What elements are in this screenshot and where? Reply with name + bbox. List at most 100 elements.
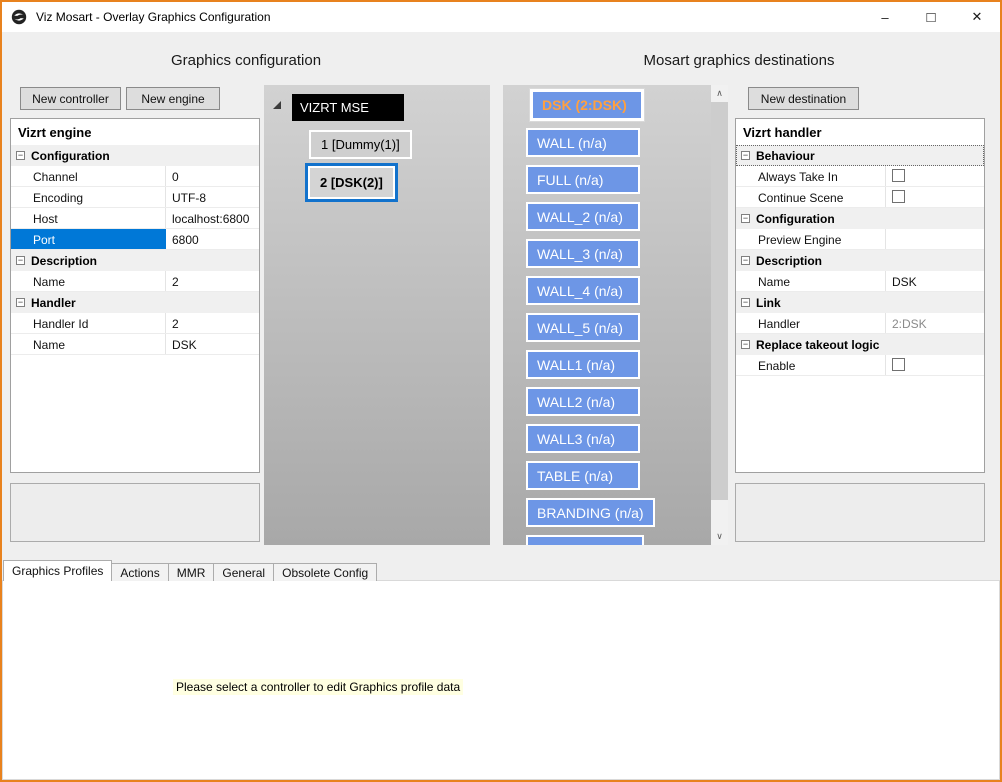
property-row-always-take-in[interactable]: Always Take In: [736, 166, 984, 187]
select-controller-message: Please select a controller to edit Graph…: [173, 679, 463, 695]
destination-button-wall1-n-a[interactable]: WALL1 (n/a): [526, 350, 640, 379]
property-value[interactable]: [886, 229, 984, 249]
tree-root-vizrt-mse[interactable]: VIZRT MSE: [292, 94, 404, 121]
collapse-icon[interactable]: −: [741, 256, 750, 265]
scroll-down-icon[interactable]: ∨: [711, 528, 728, 545]
property-name: Handler Id: [11, 313, 166, 333]
property-value[interactable]: [886, 187, 984, 207]
tab-actions[interactable]: Actions: [111, 563, 168, 581]
property-value[interactable]: 2:DSK: [886, 313, 984, 333]
engine-grid-rows: −ConfigurationChannel0EncodingUTF-8Hostl…: [11, 145, 259, 355]
checkbox-continue-scene[interactable]: [892, 190, 905, 203]
property-value[interactable]: DSK: [886, 271, 984, 291]
property-name: Name: [11, 334, 166, 354]
property-row-encoding[interactable]: EncodingUTF-8: [11, 187, 259, 208]
property-row-enable[interactable]: Enable: [736, 355, 984, 376]
property-row-continue-scene[interactable]: Continue Scene: [736, 187, 984, 208]
destination-button-wall3-n-a[interactable]: WALL3 (n/a): [526, 424, 640, 453]
scroll-up-icon[interactable]: ∧: [711, 85, 728, 102]
property-group-description[interactable]: −Description: [736, 250, 984, 271]
new-engine-button[interactable]: New engine: [126, 87, 220, 110]
property-name: Preview Engine: [736, 229, 886, 249]
engine-grid-title: Vizrt engine: [11, 119, 259, 145]
property-group-description[interactable]: −Description: [11, 250, 259, 271]
window-title: Viz Mosart - Overlay Graphics Configurat…: [36, 10, 862, 24]
destination-button-branding-n-a[interactable]: BRANDING (n/a): [526, 498, 655, 527]
property-value[interactable]: 2: [166, 271, 259, 291]
collapse-icon[interactable]: −: [741, 214, 750, 223]
property-name: Port: [11, 229, 166, 249]
property-row-port[interactable]: Port6800: [11, 229, 259, 250]
property-row-handler-id[interactable]: Handler Id2: [11, 313, 259, 334]
property-value[interactable]: [886, 166, 984, 186]
tab-general[interactable]: General: [213, 563, 274, 581]
checkbox-always-take-in[interactable]: [892, 169, 905, 182]
property-name: Channel: [11, 166, 166, 186]
property-group-handler[interactable]: −Handler: [11, 292, 259, 313]
tree-node-2-dsk-2[interactable]: 2 [DSK(2)]: [308, 166, 395, 199]
scrollbar-thumb[interactable]: [711, 102, 728, 500]
collapse-icon[interactable]: −: [741, 340, 750, 349]
tree-expander-icon[interactable]: [273, 101, 281, 109]
minimize-button[interactable]: –: [862, 2, 908, 32]
property-row-name[interactable]: NameDSK: [11, 334, 259, 355]
collapse-icon[interactable]: −: [16, 298, 25, 307]
property-row-name[interactable]: NameDSK: [736, 271, 984, 292]
property-group-behaviour[interactable]: −Behaviour: [736, 145, 984, 166]
maximize-button[interactable]: □: [908, 2, 954, 32]
destination-button-wall-5-n-a[interactable]: WALL_5 (n/a): [526, 313, 640, 342]
destination-button-wall2-n-a[interactable]: WALL2 (n/a): [526, 387, 640, 416]
collapse-icon[interactable]: −: [16, 256, 25, 265]
close-button[interactable]: ✕: [954, 2, 1000, 32]
tab-mmr[interactable]: MMR: [168, 563, 215, 581]
property-group-configuration[interactable]: −Configuration: [11, 145, 259, 166]
property-group-replace-takeout-logic[interactable]: −Replace takeout logic: [736, 334, 984, 355]
property-name: Name: [11, 271, 166, 291]
destination-button-dsk-2-dsk[interactable]: DSK (2:DSK): [530, 89, 644, 121]
destination-button-wall-n-a[interactable]: WALL (n/a): [526, 128, 640, 157]
property-value[interactable]: 0: [166, 166, 259, 186]
new-destination-button[interactable]: New destination: [748, 87, 859, 110]
property-group-configuration[interactable]: −Configuration: [736, 208, 984, 229]
tab-graphics-profiles[interactable]: Graphics Profiles: [3, 560, 112, 581]
property-value[interactable]: DSK: [166, 334, 259, 354]
tree-node-1-dummy-1[interactable]: 1 [Dummy(1)]: [309, 130, 412, 159]
property-group-link[interactable]: −Link: [736, 292, 984, 313]
destinations-scrollbar[interactable]: ∧ ∨: [711, 85, 728, 545]
destination-button-wall-4-n-a[interactable]: WALL_4 (n/a): [526, 276, 640, 305]
tab-obsolete-config[interactable]: Obsolete Config: [273, 563, 377, 581]
graphics-profiles-tab-content: Please select a controller to edit Graph…: [2, 580, 1000, 780]
property-row-host[interactable]: Hostlocalhost:6800: [11, 208, 259, 229]
checkbox-enable[interactable]: [892, 358, 905, 371]
property-value[interactable]: UTF-8: [166, 187, 259, 207]
destination-button-wall-3-n-a[interactable]: WALL_3 (n/a): [526, 239, 640, 268]
property-group-label: Handler: [31, 296, 76, 310]
property-name: Always Take In: [736, 166, 886, 186]
property-group-label: Description: [31, 254, 97, 268]
property-row-name[interactable]: Name2: [11, 271, 259, 292]
destination-button-partial[interactable]: [526, 535, 644, 545]
destination-button-full-n-a[interactable]: FULL (n/a): [526, 165, 640, 194]
property-name: Name: [736, 271, 886, 291]
new-controller-button[interactable]: New controller: [20, 87, 121, 110]
collapse-icon[interactable]: −: [741, 151, 750, 160]
property-name: Host: [11, 208, 166, 228]
property-group-label: Replace takeout logic: [756, 338, 879, 352]
property-value[interactable]: [886, 355, 984, 375]
app-window: Viz Mosart - Overlay Graphics Configurat…: [0, 0, 1002, 782]
property-value[interactable]: 2: [166, 313, 259, 333]
collapse-icon[interactable]: −: [741, 298, 750, 307]
property-row-channel[interactable]: Channel0: [11, 166, 259, 187]
property-row-preview-engine[interactable]: Preview Engine: [736, 229, 984, 250]
property-group-label: Behaviour: [756, 149, 815, 163]
property-value[interactable]: 6800: [166, 229, 259, 249]
destination-button-wall-2-n-a[interactable]: WALL_2 (n/a): [526, 202, 640, 231]
property-row-handler[interactable]: Handler2:DSK: [736, 313, 984, 334]
destination-button-table-n-a[interactable]: TABLE (n/a): [526, 461, 640, 490]
engine-help-panel: [10, 483, 260, 542]
title-bar: Viz Mosart - Overlay Graphics Configurat…: [2, 2, 1000, 32]
property-name: Handler: [736, 313, 886, 333]
collapse-icon[interactable]: −: [16, 151, 25, 160]
handler-grid-title: Vizrt handler: [736, 119, 984, 145]
property-value[interactable]: localhost:6800: [166, 208, 259, 228]
